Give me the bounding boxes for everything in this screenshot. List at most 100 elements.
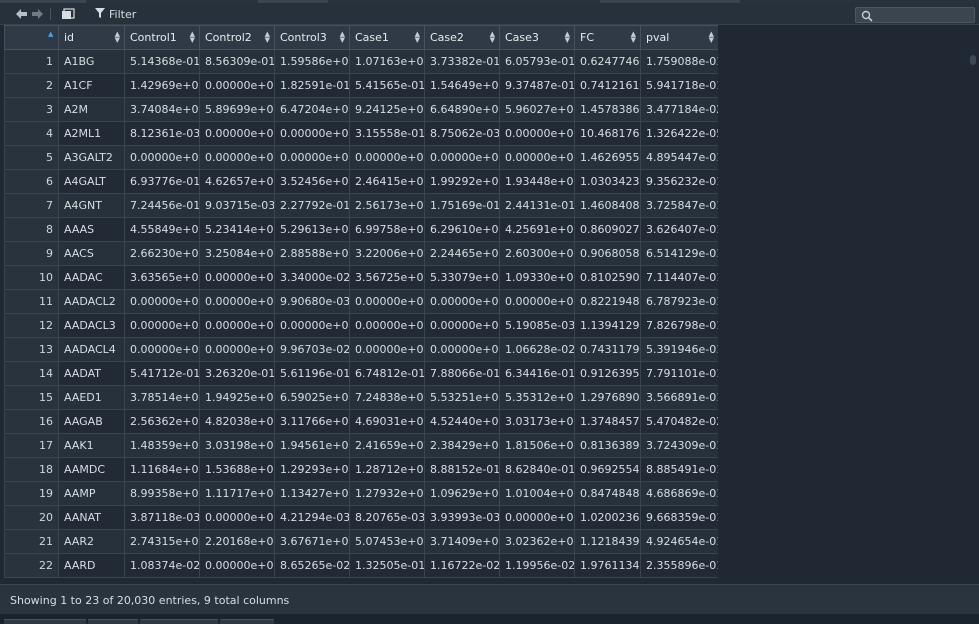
value-cell: 1.13427e+01 [274,481,350,506]
value-cell: 4.69031e+00 [349,409,425,434]
table-row[interactable]: 17 AAK1 1.48359e+00 3.03198e+00 1.94561e+00 2… [4,433,718,458]
value-cell: 4.55849e+00 [124,217,200,242]
column-header[interactable]: Control3 ▲ ▼ [274,25,350,50]
column-header[interactable]: Control2 ▲ ▼ [199,25,275,50]
column-header[interactable]: Case1 ▲ ▼ [349,25,425,50]
table-row[interactable]: 8 AAAS 4.55849e+00 5.23414e+00 5.29613e+00 6.… [4,217,718,242]
value-cell: 0.00000e+00 [499,145,575,170]
scrollbar-thumb[interactable] [970,55,976,65]
table-row[interactable]: 10 AADAC 3.63565e+00 0.00000e+00 3.34000e-02… [4,265,718,290]
value-cell: 8.885491e-01 [640,457,718,482]
table-row[interactable]: 18 AAMDC 1.11684e+00 1.53688e+00 1.29293e+00… [4,457,718,482]
column-header[interactable]: Case2 ▲ ▼ [424,25,500,50]
value-cell: 8.62840e-01 [499,457,575,482]
column-header-label: id [64,31,75,44]
table-row[interactable]: 15 AAED1 3.78514e+00 1.94925e+00 6.59025e+00… [4,385,718,410]
value-cell: 6.514129e-01 [640,241,718,266]
sort-toggle-icon: ▲ ▼ [114,30,120,44]
forward-arrow-icon[interactable] [31,8,44,20]
bottom-tab[interactable] [220,619,274,624]
value-cell: 0.00000e+00 [424,289,500,314]
value-cell: 9.03715e-03 [199,193,275,218]
value-cell: 0.00000e+00 [124,289,200,314]
value-cell: 2.44131e-01 [499,193,575,218]
column-header[interactable]: pval ▲ ▼ [640,25,718,50]
row-number-cell: 22 [4,553,59,578]
table-row[interactable]: 12 AADACL3 0.00000e+00 0.00000e+00 0.00000e+… [4,313,718,338]
table-row[interactable]: 3 A2M 3.74084e+01 5.89699e+01 6.47204e+01 9.2… [4,97,718,122]
value-cell: 1.09629e+01 [424,481,500,506]
value-cell: 5.23414e+00 [199,217,275,242]
table-row[interactable]: 6 A4GALT 6.93776e-01 4.62657e+00 3.52456e+00… [4,169,718,194]
value-cell: 3.78514e+00 [124,385,200,410]
table-row[interactable]: 4 A2ML1 8.12361e-03 0.00000e+00 0.00000e+00 3… [4,121,718,146]
back-arrow-icon[interactable] [15,8,28,20]
value-cell: 6.93776e-01 [124,169,200,194]
value-cell: 0.9692554 [574,457,641,482]
gene-id-cell: AAK1 [58,433,125,458]
table-row[interactable]: 5 A3GALT2 0.00000e+00 0.00000e+00 0.00000e+0… [4,145,718,170]
table-body: 1 A1BG 5.14368e-01 8.56309e-01 1.59586e+00 1.… [4,49,718,578]
value-cell: 0.8609027 [574,217,641,242]
gene-id-cell: AADAT [58,361,125,386]
table-row[interactable]: 1 A1BG 5.14368e-01 8.56309e-01 1.59586e+00 1.… [4,49,718,74]
value-cell: 3.56725e+00 [349,265,425,290]
table-row[interactable]: 7 A4GNT 7.24456e-01 9.03715e-03 2.27792e-01 2… [4,193,718,218]
value-cell: 6.05793e-01 [499,49,575,74]
vertical-scrollbar[interactable] [967,25,979,584]
value-cell: 2.355896e-01 [640,553,718,578]
row-number-cell: 14 [4,361,59,386]
gene-id-cell: AAMP [58,481,125,506]
value-cell: 2.20168e+00 [199,529,275,554]
popout-window-icon[interactable] [61,8,75,20]
value-cell: 4.82038e+00 [199,409,275,434]
search-input[interactable] [855,7,975,23]
column-header[interactable]: Control1 ▲ ▼ [124,25,200,50]
value-cell: 5.07453e+00 [349,529,425,554]
gene-id-cell: AANAT [58,505,125,530]
filter-button[interactable]: Filter [95,7,136,21]
value-cell: 1.16722e-02 [424,553,500,578]
value-cell: 2.56362e+00 [124,409,200,434]
value-cell: 1.0303423 [574,169,641,194]
row-number-header[interactable]: ▲ [4,25,59,50]
gene-id-cell: AARD [58,553,125,578]
column-header[interactable]: FC ▲ ▼ [574,25,641,50]
column-header[interactable]: id ▲ ▼ [58,25,125,50]
value-cell: 8.12361e-03 [124,121,200,146]
value-cell: 0.00000e+00 [199,145,275,170]
column-header[interactable]: Case3 ▲ ▼ [499,25,575,50]
value-cell: 0.00000e+00 [199,505,275,530]
search-icon [861,10,873,22]
column-header-label: Case3 [505,31,539,44]
table-row[interactable]: 16 AAGAB 2.56362e+00 4.82038e+00 3.11766e+00… [4,409,718,434]
table-row[interactable]: 21 AAR2 2.74315e+00 2.20168e+00 3.67671e+00 5… [4,529,718,554]
value-cell: 1.32505e-01 [349,553,425,578]
gene-id-cell: A4GALT [58,169,125,194]
bottom-tab[interactable] [88,619,138,624]
column-header-label: Control1 [130,31,177,44]
table-row[interactable]: 13 AADACL4 0.00000e+00 0.00000e+00 9.96703e-… [4,337,718,362]
table-row[interactable]: 9 AACS 2.66230e+00 3.25084e+00 2.88588e+00 3.… [4,241,718,266]
table-row[interactable]: 2 A1CF 1.42969e+00 0.00000e+00 1.82591e-01 5.… [4,73,718,98]
value-cell: 1.54649e+00 [424,73,500,98]
value-cell: 3.03198e+00 [199,433,275,458]
value-cell: 6.29610e+00 [424,217,500,242]
bottom-tab[interactable] [4,619,86,624]
table-row[interactable]: 20 AANAT 3.87118e-03 0.00000e+00 4.21294e-03… [4,505,718,530]
table-row[interactable]: 11 AADACL2 0.00000e+00 0.00000e+00 9.90680e-… [4,289,718,314]
value-cell: 9.668359e-01 [640,505,718,530]
value-cell: 1.19956e-02 [499,553,575,578]
table-row[interactable]: 22 AARD 1.08374e-02 0.00000e+00 8.65265e-02 1… [4,553,718,578]
value-cell: 3.67671e+00 [274,529,350,554]
column-header-label: Control3 [280,31,327,44]
value-cell: 1.1218439 [574,529,641,554]
table-row[interactable]: 19 AAMP 8.99358e+00 1.11717e+01 1.13427e+01 1… [4,481,718,506]
row-number-cell: 2 [4,73,59,98]
gene-id-cell: AADACL4 [58,337,125,362]
header-row: ▲ id ▲ ▼ Control1 ▲ ▼ Control2 ▲ ▼ Control3 ▲ ▼ … [4,25,718,50]
bottom-tab[interactable] [140,619,218,624]
value-cell: 5.89699e+01 [199,97,275,122]
table-row[interactable]: 14 AADAT 5.41712e-01 3.26320e-01 5.61196e-01… [4,361,718,386]
sort-toggle-icon: ▲ ▼ [189,30,195,44]
